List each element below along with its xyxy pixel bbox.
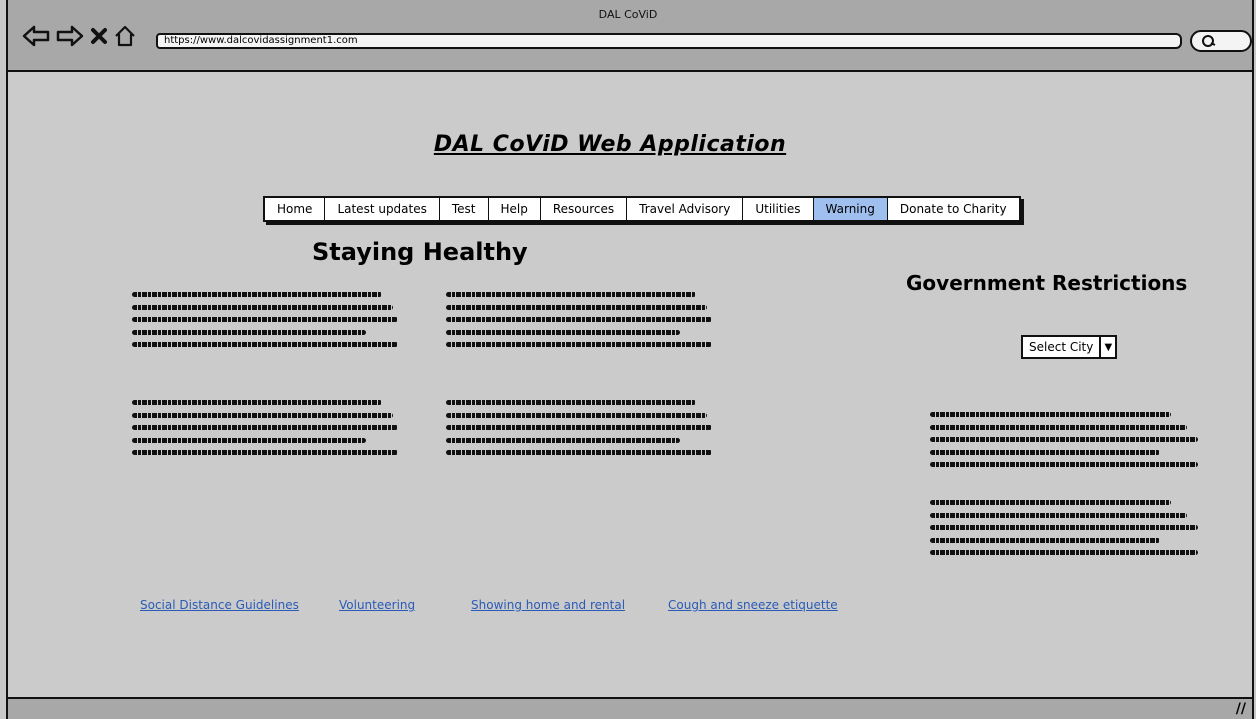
close-icon[interactable] [90, 27, 108, 49]
text-placeholder-block [446, 292, 712, 355]
government-restrictions-heading: Government Restrictions [906, 271, 1188, 295]
text-placeholder-block [930, 500, 1198, 563]
staying-healthy-heading: Staying Healthy [312, 238, 528, 266]
text-placeholder-block [446, 400, 712, 463]
menu-item-donate-to-charity[interactable]: Donate to Charity [887, 198, 1019, 220]
url-bar[interactable]: https://www.dalcovidassignment1.com [156, 33, 1182, 49]
status-bar: // [6, 697, 1254, 719]
menu-item-travel-advisory[interactable]: Travel Advisory [627, 198, 744, 220]
main-menu: Home Latest updates Test Help Resources … [263, 196, 1021, 222]
browser-nav-buttons [22, 22, 136, 54]
search-icon [1202, 35, 1216, 47]
text-placeholder-block [930, 412, 1198, 475]
back-arrow-icon[interactable] [22, 25, 50, 51]
browser-search-button[interactable] [1190, 30, 1252, 52]
window-title: DAL CoViD [598, 8, 658, 21]
menu-item-latest-updates[interactable]: Latest updates [325, 198, 440, 220]
menu-item-home[interactable]: Home [265, 198, 326, 220]
menu-item-warning[interactable]: Warning [813, 198, 888, 220]
menu-item-utilities[interactable]: Utilities [743, 198, 814, 220]
city-select-value: Select City [1023, 337, 1102, 357]
resize-grip-icon[interactable]: // [1236, 701, 1246, 717]
forward-arrow-icon[interactable] [56, 25, 84, 51]
link-cough-and-sneeze-etiquette[interactable]: Cough and sneeze etiquette [668, 598, 838, 612]
menu-item-help[interactable]: Help [488, 198, 541, 220]
link-social-distance-guidelines[interactable]: Social Distance Guidelines [140, 598, 299, 612]
link-volunteering[interactable]: Volunteering [339, 598, 415, 612]
menu-item-resources[interactable]: Resources [540, 198, 628, 220]
city-select[interactable]: Select City ▼ [1021, 335, 1118, 359]
text-placeholder-block [132, 400, 398, 463]
home-icon[interactable] [114, 25, 136, 51]
app-title: DAL CoViD Web Application [433, 132, 787, 157]
text-placeholder-block [132, 292, 398, 355]
chevron-down-icon[interactable]: ▼ [1101, 337, 1115, 357]
link-showing-home-and-rental[interactable]: Showing home and rental [471, 598, 625, 612]
menu-item-test[interactable]: Test [439, 198, 489, 220]
